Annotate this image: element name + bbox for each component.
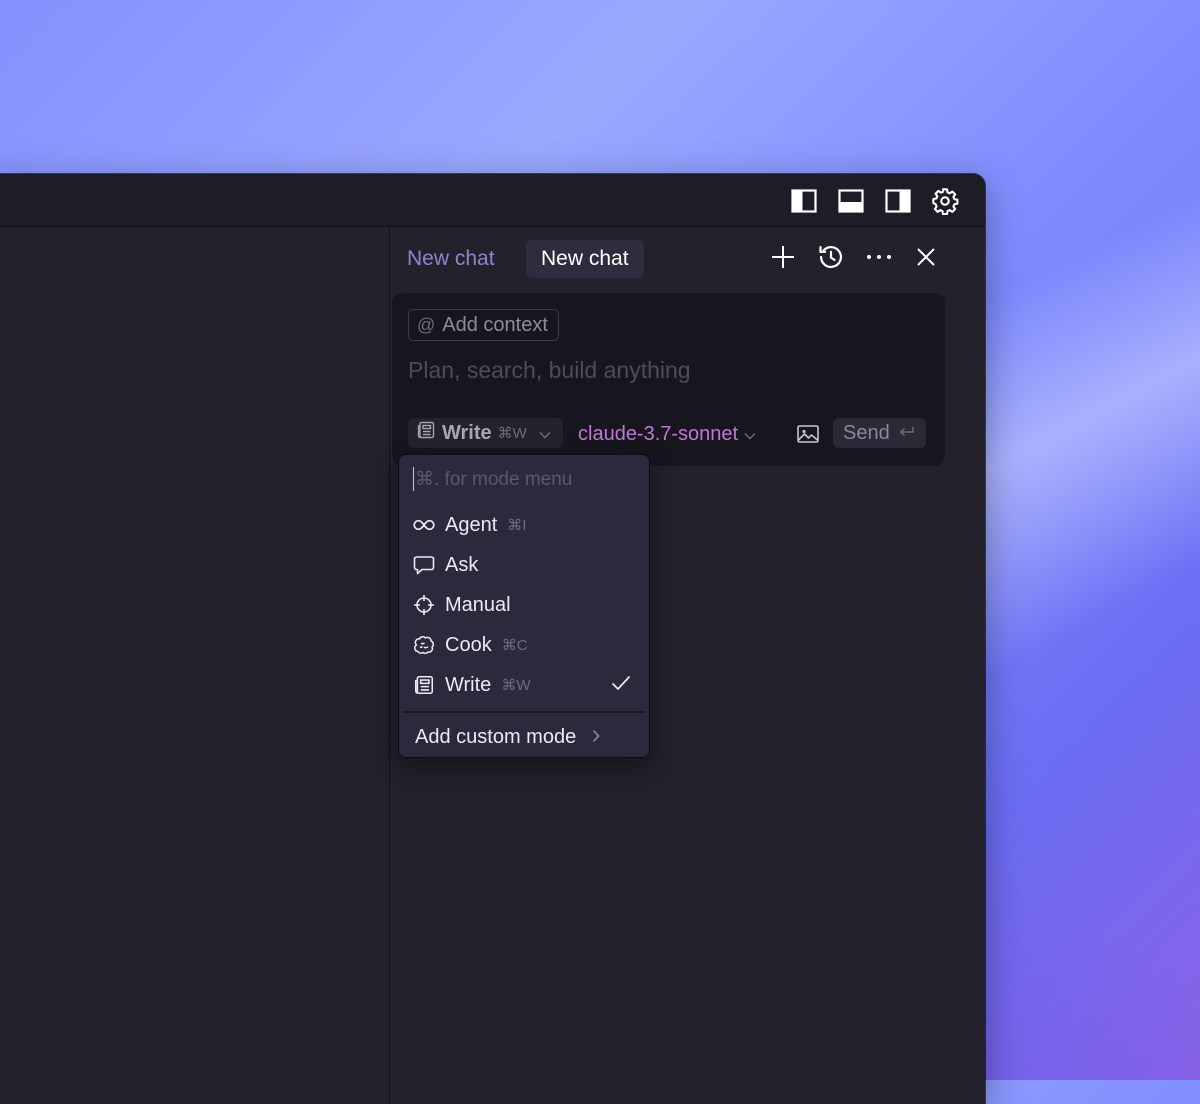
close-icon[interactable]: [910, 241, 942, 273]
mode-item-agent[interactable]: Agent ⌘I: [401, 506, 645, 544]
toggle-bottom-panel-icon[interactable]: [837, 187, 865, 215]
add-custom-mode-label: Add custom mode: [415, 725, 577, 748]
at-icon: @: [417, 314, 436, 335]
crosshair-icon: [413, 594, 435, 616]
mode-item-shortcut: ⌘C: [501, 637, 528, 654]
mode-item-shortcut: ⌘I: [507, 517, 527, 534]
app-window: New chat New chat @ Add context Plan, se…: [0, 174, 985, 1104]
mode-item-manual[interactable]: Manual: [401, 586, 645, 624]
chat-composer: @ Add context Plan, search, build anythi…: [392, 293, 945, 466]
mode-shortcut: ⌘W: [497, 425, 527, 442]
toggle-left-sidebar-icon[interactable]: [790, 187, 818, 215]
enter-key-icon: [898, 422, 916, 445]
mode-selector-button[interactable]: Write ⌘W: [408, 418, 563, 448]
mode-item-shortcut: ⌘W: [501, 677, 531, 694]
chat-panel: New chat New chat @ Add context Plan, se…: [390, 227, 985, 1104]
plus-icon[interactable]: [767, 241, 799, 273]
more-icon[interactable]: [863, 241, 895, 273]
mode-menu: ⌘. for mode menu Agent ⌘I Ask Manual Coo…: [398, 454, 650, 758]
newspaper-icon: [416, 420, 436, 446]
toggle-right-sidebar-icon[interactable]: [884, 187, 912, 215]
menu-divider: [403, 711, 645, 713]
mode-item-write[interactable]: Write ⌘W: [401, 666, 645, 704]
chat-tab-active[interactable]: New chat: [526, 240, 644, 278]
chevron-right-icon: [592, 726, 600, 749]
send-button[interactable]: Send: [833, 418, 926, 448]
model-label: claude-3.7-sonnet: [578, 422, 739, 445]
send-label: Send: [843, 421, 890, 444]
chat-input[interactable]: Plan, search, build anything: [408, 357, 691, 384]
chat-bubble-icon: [413, 554, 435, 576]
text-caret: [413, 467, 414, 491]
mode-item-label: Cook: [445, 633, 492, 656]
chevron-down-icon: [744, 423, 756, 446]
history-icon[interactable]: [815, 241, 847, 273]
mode-search-placeholder: ⌘. for mode menu: [415, 468, 573, 490]
image-icon[interactable]: [794, 420, 822, 448]
mode-item-ask[interactable]: Ask: [401, 546, 645, 584]
mode-item-label: Manual: [445, 593, 511, 616]
newspaper-icon: [413, 674, 435, 696]
add-context-label: Add context: [442, 313, 548, 336]
add-context-button[interactable]: @ Add context: [408, 309, 559, 341]
model-selector-button[interactable]: claude-3.7-sonnet: [578, 420, 756, 448]
mode-item-label: Write: [445, 673, 492, 696]
mode-item-cook[interactable]: Cook ⌘C: [401, 626, 645, 664]
gear-icon[interactable]: [931, 187, 959, 215]
mode-item-label: Ask: [445, 553, 479, 576]
chevron-down-icon: [539, 422, 551, 445]
title-bar: [0, 174, 985, 227]
editor-pane: [0, 227, 390, 1104]
mode-search-input[interactable]: ⌘. for mode menu: [413, 465, 572, 493]
mode-label: Write: [442, 421, 492, 444]
brain-icon: [413, 634, 435, 656]
chat-tab-inactive[interactable]: New chat: [392, 240, 510, 278]
add-custom-mode-button[interactable]: Add custom mode: [401, 718, 645, 756]
checkmark-icon: [611, 674, 631, 697]
mode-item-label: Agent: [445, 513, 498, 536]
infinity-icon: [413, 514, 435, 536]
